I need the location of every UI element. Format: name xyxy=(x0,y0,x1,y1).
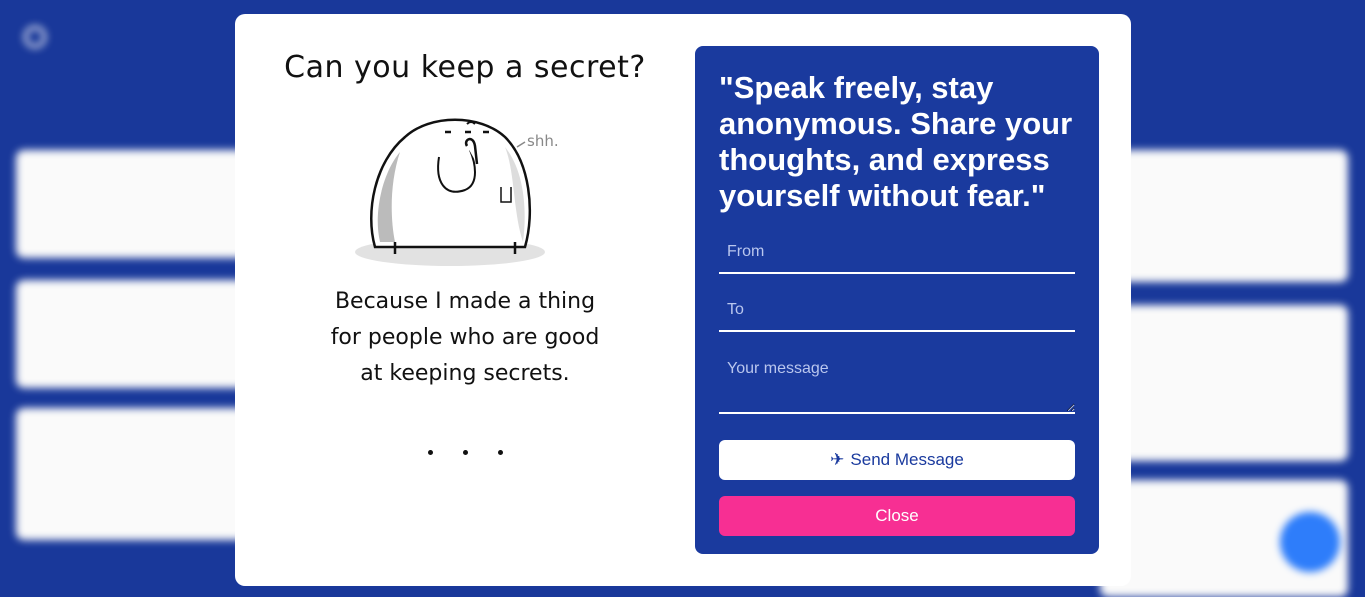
dot xyxy=(497,450,503,455)
intro-line: Because I made a thing xyxy=(334,289,596,314)
intro-panel: Can you keep a secret? shh. Because I ma… xyxy=(235,14,695,586)
shh-bubble-text: shh. xyxy=(527,132,559,150)
close-button[interactable]: Close xyxy=(719,496,1075,536)
dot xyxy=(462,450,468,455)
dot xyxy=(427,450,433,455)
form-quote: "Speak freely, stay anonymous. Share you… xyxy=(719,70,1073,213)
intro-text: Because I made a thing for people who ar… xyxy=(295,284,635,392)
intro-heading: Can you keep a secret? xyxy=(284,50,646,85)
ellipsis-dots xyxy=(235,450,695,455)
intro-line: at keeping secrets. xyxy=(360,361,570,386)
from-field-wrap xyxy=(719,232,1075,274)
send-message-button[interactable]: ✈ Send Message xyxy=(719,440,1075,480)
to-input[interactable] xyxy=(719,290,1075,332)
message-textarea[interactable] xyxy=(719,348,1075,414)
paper-plane-icon: ✈ xyxy=(830,450,845,469)
to-field-wrap xyxy=(719,290,1075,332)
from-input[interactable] xyxy=(719,232,1075,274)
shh-creature-illustration: shh. xyxy=(355,118,559,266)
message-field-wrap xyxy=(719,348,1075,418)
secret-modal: Can you keep a secret? shh. Because I ma… xyxy=(235,14,1131,586)
message-form-panel: "Speak freely, stay anonymous. Share you… xyxy=(695,46,1099,554)
intro-line: for people who are good xyxy=(330,325,600,350)
send-label: Send Message xyxy=(850,450,964,469)
